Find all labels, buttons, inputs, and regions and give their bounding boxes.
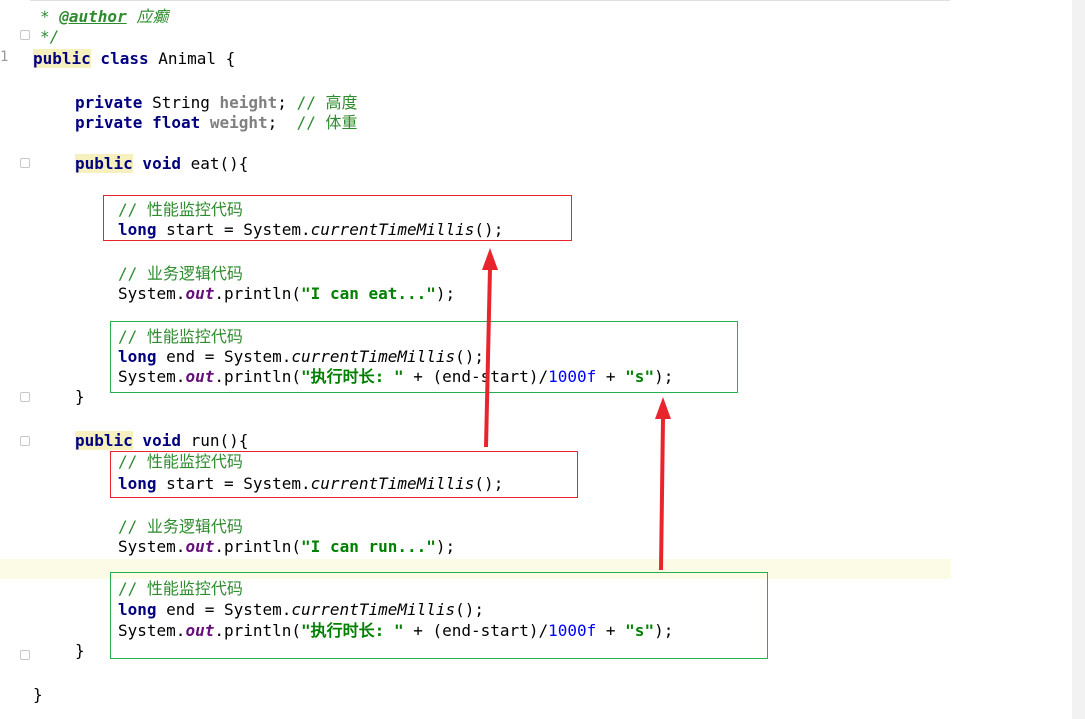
annotation-arrows (482, 248, 671, 571)
arrow-up-icon-right (655, 397, 671, 571)
code-editor[interactable]: 1 * @author 应癫 */ public class Animal { … (0, 0, 1085, 719)
arrow-up-icon-left (482, 248, 498, 448)
